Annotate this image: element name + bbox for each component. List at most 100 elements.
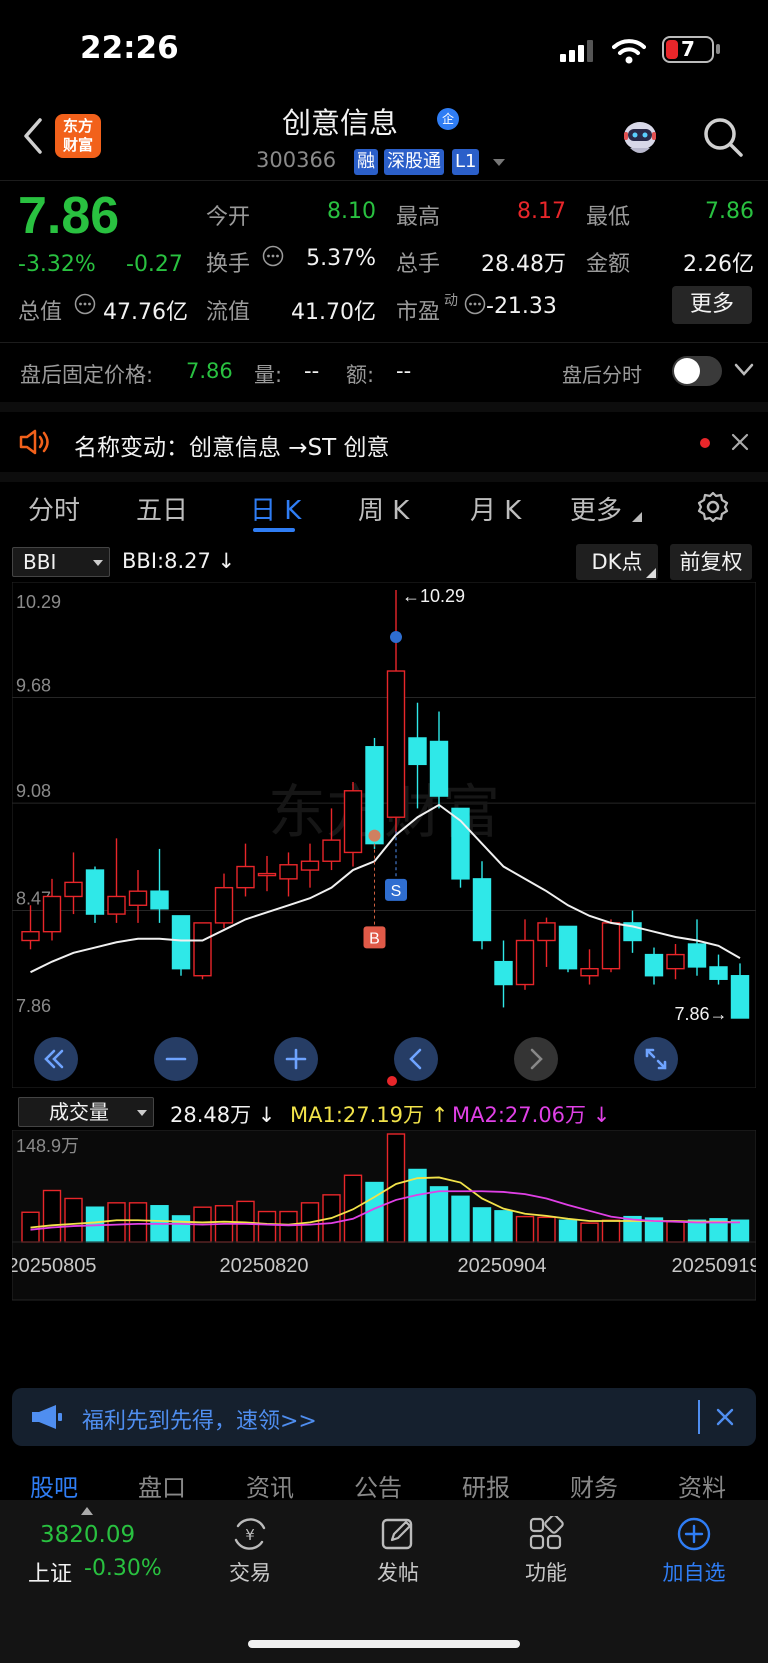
tab-daily-k[interactable]: 日 K <box>250 490 301 527</box>
index-name[interactable]: 上证 <box>28 1556 72 1588</box>
y-tick-label: 7.86 <box>16 996 51 1016</box>
after-hours-price: 7.86 <box>186 359 233 383</box>
candle <box>515 939 535 986</box>
more-button[interactable]: 更多 <box>672 286 752 324</box>
index-change[interactable]: -0.30% <box>84 1556 162 1581</box>
x-axis-date-label: 20250904 <box>458 1255 547 1277</box>
candle <box>322 839 341 862</box>
tab-monthly-k[interactable]: 月 K <box>470 490 521 527</box>
info-icon[interactable] <box>74 293 96 315</box>
tab-more[interactable]: 更多 <box>570 490 622 527</box>
vol-ma1-value: MA1:27.19万 ↑ <box>290 1103 449 1127</box>
subtab-pankou[interactable]: 盘口 <box>138 1468 186 1503</box>
candle <box>429 740 449 797</box>
position-dot <box>387 1076 397 1086</box>
info-icon[interactable] <box>262 245 284 267</box>
search-icon[interactable] <box>700 114 746 160</box>
scroll-right-button[interactable] <box>514 1037 558 1081</box>
candle <box>451 807 470 880</box>
candle <box>257 872 277 877</box>
candle <box>644 953 664 977</box>
bbi-value: BBI:8.27 ↓ <box>122 549 236 573</box>
candle <box>730 975 750 1019</box>
close-icon[interactable] <box>730 432 750 452</box>
tab-timeshare[interactable]: 分时 <box>28 490 80 527</box>
amount-value: 2.26亿 <box>683 252 754 277</box>
change-percent: -3.32% <box>18 252 96 277</box>
wifi-icon <box>612 39 646 64</box>
candle <box>709 966 728 980</box>
open-label: 今开 <box>206 205 251 230</box>
nav-functions-label: 功能 <box>525 1561 567 1585</box>
chevron-down-icon[interactable] <box>734 363 754 377</box>
svg-text:¥: ¥ <box>245 1526 255 1544</box>
nav-post[interactable]: 发帖 <box>358 1516 438 1587</box>
after-hours-label: 盘后固定价格: <box>20 363 154 387</box>
dropdown-caret-icon[interactable] <box>492 158 506 167</box>
candle <box>537 922 556 942</box>
candle <box>494 960 513 986</box>
high-label: 最高 <box>396 205 441 230</box>
high-value: 8.17 <box>517 199 566 224</box>
candle <box>236 865 255 889</box>
promo-text: 福利先到先得，速领>> <box>82 1409 317 1434</box>
subtab-guba[interactable]: 股吧 <box>30 1468 78 1503</box>
volume-bar <box>107 1202 126 1243</box>
enterprise-badge: 企 <box>437 108 459 130</box>
candle <box>150 890 169 910</box>
indicator-select[interactable]: BBI <box>12 547 110 577</box>
speaker-icon <box>19 429 49 455</box>
nav-functions[interactable]: 功能 <box>506 1514 586 1587</box>
zoom-in-button[interactable] <box>274 1037 318 1081</box>
ai-assistant-icon[interactable] <box>616 114 664 160</box>
adjust-button[interactable]: 前复权 <box>670 544 752 580</box>
candle <box>21 930 40 942</box>
tab-five-day[interactable]: 五日 <box>136 490 188 527</box>
index-value[interactable]: 3820.09 <box>40 1522 135 1548</box>
candle <box>128 890 148 906</box>
close-icon[interactable] <box>716 1408 734 1426</box>
volume-max-label: 148.9万 <box>16 1136 79 1156</box>
volume-bar <box>730 1219 750 1243</box>
scroll-left-button[interactable] <box>394 1037 438 1081</box>
subtab-news[interactable]: 资讯 <box>246 1468 294 1503</box>
volume-bar <box>494 1210 513 1243</box>
candle <box>171 915 191 970</box>
notice-banner[interactable]: 名称变动：创意信息 →ST 创意 <box>0 412 768 472</box>
nav-add-watchlist[interactable]: 加自选 <box>652 1516 736 1587</box>
subtab-announcements[interactable]: 公告 <box>354 1468 402 1503</box>
promo-banner[interactable]: 福利先到先得，速领>> <box>12 1388 756 1446</box>
battery-icon: 7 <box>662 36 714 63</box>
scroll-left-fast-button[interactable] <box>34 1037 78 1081</box>
volume-bar <box>515 1215 535 1243</box>
min-price-label: 7.86→ <box>674 1004 727 1024</box>
zoom-out-button[interactable] <box>154 1037 198 1081</box>
candle <box>107 895 126 915</box>
gear-icon[interactable] <box>696 490 730 524</box>
after-hours-toggle[interactable] <box>672 356 722 386</box>
subtab-research[interactable]: 研报 <box>462 1468 510 1503</box>
after-hours-timeshare-label: 盘后分时 <box>562 363 642 387</box>
x-axis-date-label: 20250805 <box>12 1255 96 1277</box>
subtab-profile[interactable]: 资料 <box>678 1468 726 1503</box>
back-chevron-icon[interactable] <box>18 114 48 158</box>
fullscreen-button[interactable] <box>634 1037 678 1081</box>
turnover-label: 换手 <box>206 252 251 277</box>
market-cap-value: 47.76亿 <box>103 300 188 325</box>
info-icon[interactable] <box>464 293 486 315</box>
candle <box>558 925 578 970</box>
notice-text: 名称变动：创意信息 →ST 创意 <box>74 435 390 461</box>
nav-trade[interactable]: ¥ 交易 <box>210 1516 290 1587</box>
tab-weekly-k[interactable]: 周 K <box>358 490 409 527</box>
sell-marker-label: S <box>391 883 402 900</box>
subtab-finance[interactable]: 财务 <box>570 1468 618 1503</box>
volume-bar <box>42 1189 62 1243</box>
volume-value: 28.48万 <box>481 252 566 277</box>
volume-chart[interactable]: 148.9万 20250805 20250820 20250904 20250919 <box>12 1130 756 1320</box>
unread-dot <box>700 438 710 448</box>
after-hours-amt: -- <box>396 359 412 383</box>
candlestick-chart[interactable]: 10.299.689.088.477.86东方财富←10.297.86→BS <box>12 582 756 1088</box>
volume-indicator-select[interactable]: 成交量 <box>18 1097 154 1127</box>
y-tick-label: 10.29 <box>16 592 61 612</box>
signal-icon <box>560 40 593 62</box>
